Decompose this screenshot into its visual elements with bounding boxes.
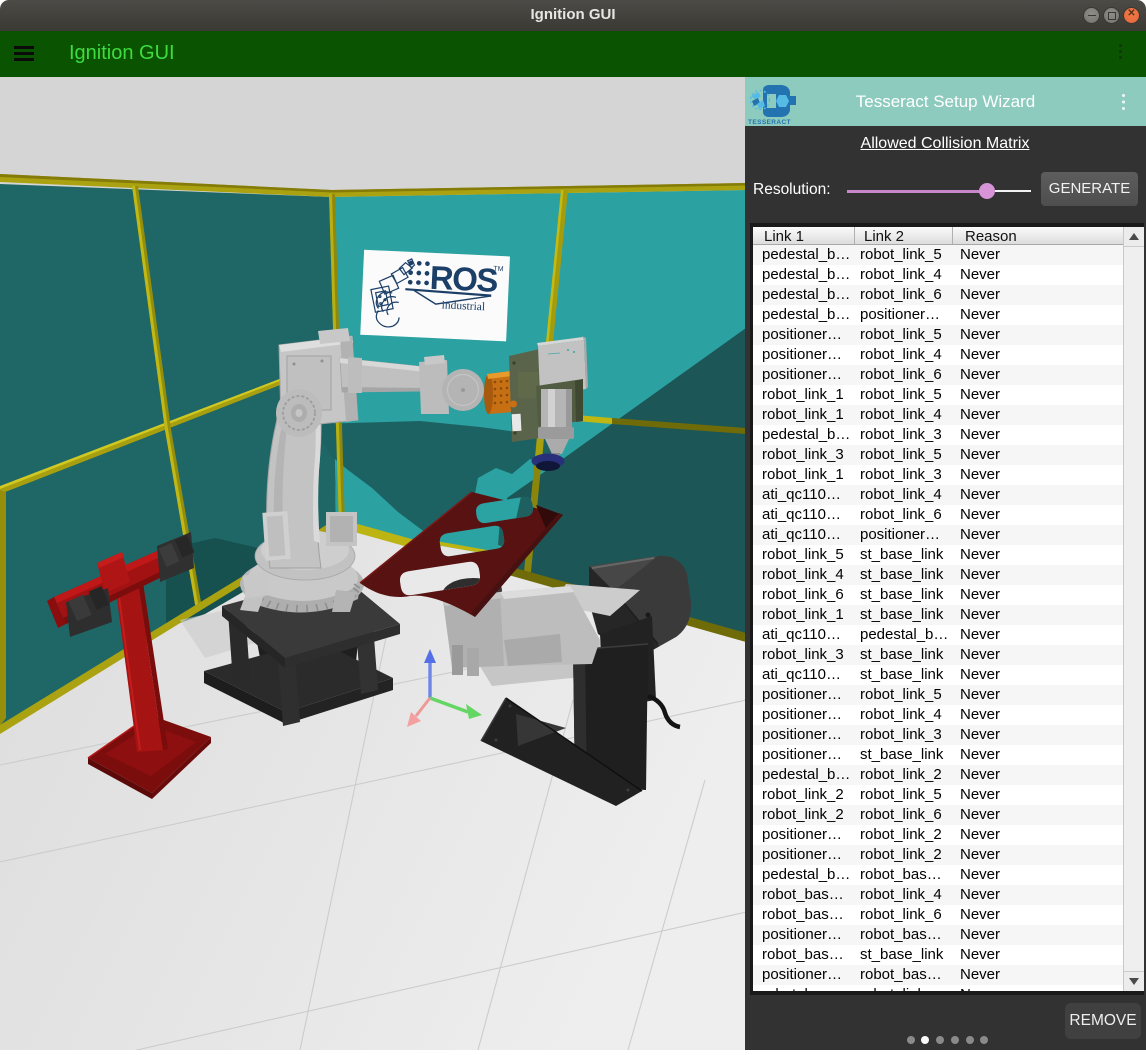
svg-text:industrial: industrial — [441, 299, 485, 313]
svg-text:TESSERACT: TESSERACT — [748, 119, 791, 125]
svg-text:TM: TM — [493, 266, 504, 273]
